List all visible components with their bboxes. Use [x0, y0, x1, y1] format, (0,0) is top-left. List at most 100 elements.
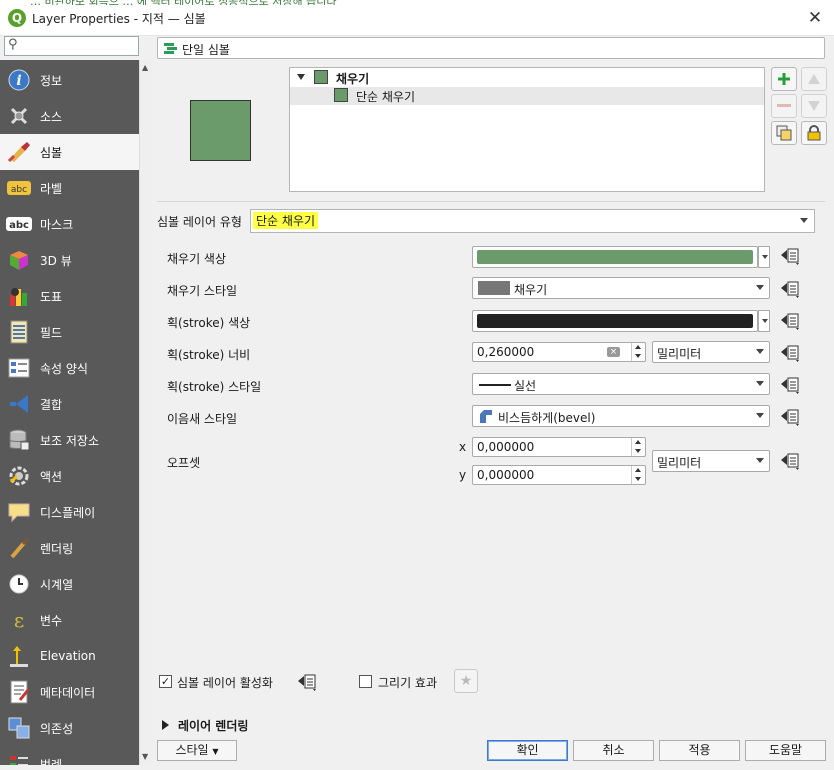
offset-y-spinbox[interactable]: 0,000000 [472, 465, 646, 485]
sidebar-item-info[interactable]: i 정보 [0, 62, 139, 98]
sidebar-scrollbar[interactable]: ▲ ▼ [139, 60, 153, 765]
metadata-icon [6, 680, 32, 704]
lock-color-button[interactable] [801, 121, 827, 145]
sidebar-item-mask[interactable]: abc 마스크 [0, 206, 139, 242]
ok-button[interactable]: 확인 [487, 740, 568, 761]
draw-effects-checkbox[interactable] [359, 675, 372, 688]
background-window-text: … 비관하보 회득으 … 에 벡터 레이어로 성공적으로 저장해 습니다 [0, 0, 834, 5]
fill-color-dropdown[interactable] [758, 246, 770, 268]
stroke-color-dropdown[interactable] [758, 310, 770, 332]
fill-color-label: 채우기 색상 [167, 252, 227, 266]
solid-line-icon [479, 384, 511, 386]
stroke-style-combo[interactable]: 실선 [472, 373, 770, 395]
duplicate-layer-button[interactable] [771, 121, 797, 145]
offset-x-label: x [459, 440, 467, 454]
sidebar-item-elevation[interactable]: Elevation [0, 638, 139, 674]
sidebar-item-legend[interactable]: 범례 [0, 746, 139, 765]
sidebar-item-temporal[interactable]: 시계열 [0, 566, 139, 602]
offset-unit-combo[interactable]: 밀리미터 [652, 450, 770, 472]
symbol-layer-type-label: 심볼 레이어 유형 [157, 215, 242, 229]
stroke-width-unit-combo[interactable]: 밀리미터 [652, 341, 770, 363]
sidebar-item-label: Elevation [40, 649, 96, 663]
move-up-button[interactable] [801, 67, 827, 91]
add-layer-button[interactable] [771, 67, 797, 91]
join-style-combo[interactable]: 비스듬하게(bevel) [472, 405, 770, 427]
bevel-join-icon [480, 410, 492, 423]
sidebar-item-rendering[interactable]: 렌더링 [0, 530, 139, 566]
sidebar-item-fields[interactable]: 필드 [0, 314, 139, 350]
plus-icon [778, 73, 790, 85]
renderer-combo[interactable]: 단일 심볼 [157, 37, 825, 59]
remove-layer-button[interactable] [771, 94, 797, 118]
attribute-form-icon [6, 356, 32, 380]
sidebar-item-attribute-form[interactable]: 속성 양식 [0, 350, 139, 386]
expand-arrow-icon[interactable] [297, 74, 305, 80]
tree-row-fill[interactable]: 채우기 [290, 69, 764, 86]
data-defined-override-icon[interactable] [779, 451, 803, 471]
fill-style-combo[interactable]: 채우기 [472, 277, 770, 299]
data-defined-override-icon[interactable] [779, 246, 803, 266]
sidebar-item-label: 속성 양식 [40, 361, 88, 376]
clear-icon[interactable]: × [607, 347, 620, 357]
symbol-layer-type-combo[interactable] [250, 209, 815, 233]
auxiliary-storage-icon [6, 428, 32, 452]
tree-row-simple-fill[interactable]: 단순 채우기 [290, 87, 764, 105]
draw-effects-star-icon[interactable]: ★ [454, 669, 478, 693]
separator [157, 201, 825, 202]
enable-layer-checkbox[interactable]: ✓ [159, 675, 172, 688]
sidebar-item-joins[interactable]: 결합 [0, 386, 139, 422]
chevron-down-icon [756, 458, 764, 463]
stroke-style-label: 획(stroke) 스타일 [167, 380, 262, 394]
offset-unit: 밀리미터 [657, 456, 702, 470]
move-down-button[interactable] [801, 94, 827, 118]
sidebar-item-label: 보조 저장소 [40, 433, 100, 448]
cancel-button[interactable]: 취소 [573, 740, 654, 761]
data-defined-override-icon[interactable] [779, 343, 803, 363]
spin-buttons[interactable] [631, 438, 645, 456]
data-defined-override-icon[interactable] [779, 311, 803, 331]
chevron-down-icon [756, 413, 764, 418]
qgis-app-icon: Q [8, 9, 26, 27]
sidebar-item-display[interactable]: 디스플레이 [0, 494, 139, 530]
arrow-up-icon [808, 74, 820, 84]
stroke-width-spinbox[interactable]: 0,260000 × [472, 342, 646, 362]
spin-buttons[interactable] [631, 466, 645, 484]
sidebar-item-diagrams[interactable]: 도표 [0, 278, 139, 314]
scroll-down-icon[interactable]: ▼ [142, 752, 148, 761]
sidebar-item-auxiliary-storage[interactable]: 보조 저장소 [0, 422, 139, 458]
fill-swatch [314, 70, 328, 84]
offset-y-label: y [459, 468, 467, 482]
stroke-color-button[interactable] [472, 310, 758, 332]
style-button[interactable]: 스타일 ▼ [157, 740, 237, 761]
close-icon[interactable]: ✕ [804, 7, 826, 29]
simple-fill-swatch [334, 88, 348, 102]
help-button[interactable]: 도움말 [745, 740, 826, 761]
scroll-up-icon[interactable]: ▲ [142, 63, 148, 72]
sidebar-item-actions[interactable]: 액션 [0, 458, 139, 494]
data-defined-override-icon[interactable] [779, 279, 803, 299]
sidebar-item-metadata[interactable]: 메타데이터 [0, 674, 139, 710]
layer-rendering-section[interactable]: 레이어 렌더링 [178, 717, 248, 734]
fill-style-label: 채우기 스타일 [167, 284, 238, 298]
fill-color-button[interactable] [472, 246, 758, 268]
apply-button[interactable]: 적용 [659, 740, 740, 761]
spin-buttons[interactable] [631, 343, 645, 361]
offset-x-spinbox[interactable]: 0,000000 [472, 437, 646, 457]
elevation-icon [6, 644, 32, 668]
sidebar-item-label: 필드 [40, 325, 63, 340]
enable-layer-label: 심볼 레이어 활성화 [177, 676, 273, 690]
offset-y-value: 0,000000 [477, 468, 535, 482]
sidebar-search-input[interactable] [4, 36, 139, 56]
data-defined-override-icon[interactable] [779, 375, 803, 395]
sidebar-item-symbology[interactable]: 심볼 [0, 134, 139, 170]
sidebar-item-source[interactable]: 소스 [0, 98, 139, 134]
data-defined-override-icon[interactable] [296, 672, 320, 692]
expand-arrow-icon[interactable] [162, 720, 169, 730]
sidebar-item-3d[interactable]: 3D 뷰 [0, 242, 139, 278]
data-defined-override-icon[interactable] [779, 407, 803, 427]
sidebar-item-variables[interactable]: ε 변수 [0, 602, 139, 638]
join-style-label: 이음새 스타일 [167, 412, 238, 426]
sidebar-item-labels[interactable]: abc 라벨 [0, 170, 139, 206]
chevron-down-icon [762, 255, 768, 259]
sidebar-item-dependencies[interactable]: 의존성 [0, 710, 139, 746]
